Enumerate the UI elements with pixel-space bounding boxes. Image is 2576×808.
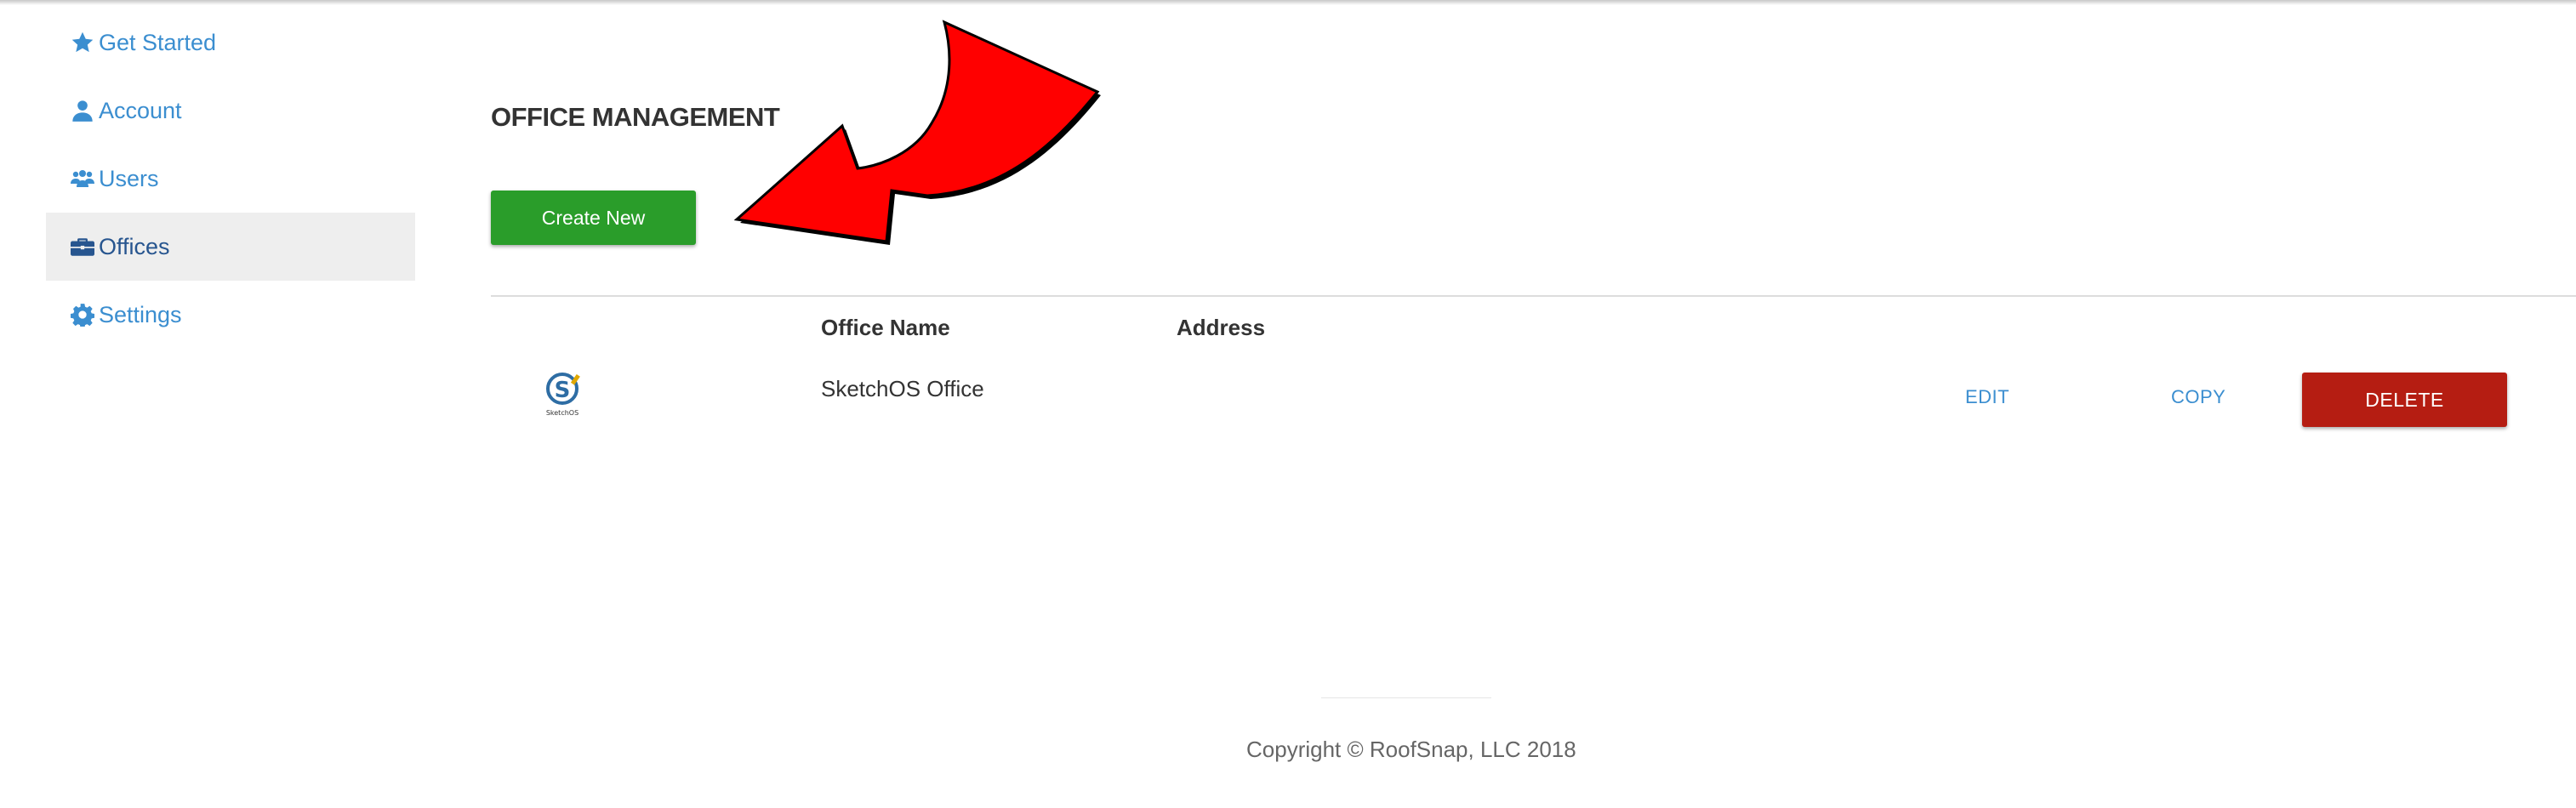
delete-button[interactable]: DELETE bbox=[2302, 373, 2507, 427]
column-header-office-name: Office Name bbox=[821, 315, 950, 340]
svg-text:SketchOS: SketchOS bbox=[546, 409, 578, 417]
footer-divider bbox=[1321, 697, 1491, 698]
star-icon bbox=[70, 30, 95, 55]
svg-text:S: S bbox=[555, 378, 571, 403]
sidebar-item-account[interactable]: Account bbox=[46, 77, 415, 145]
annotation-arrow-icon bbox=[733, 20, 1101, 245]
sidebar-item-label: Settings bbox=[99, 301, 182, 327]
copy-button[interactable]: COPY bbox=[2171, 386, 2226, 408]
create-new-button[interactable]: Create New bbox=[491, 191, 696, 245]
sidebar-item-get-started[interactable]: Get Started bbox=[46, 9, 415, 77]
sidebar: Get Started Account Users Offices Settin… bbox=[46, 9, 415, 349]
column-header-address: Address bbox=[1177, 315, 1266, 340]
footer-copyright: Copyright © RoofSnap, LLC 2018 bbox=[1246, 737, 1576, 762]
sidebar-item-label: Offices bbox=[99, 233, 170, 259]
users-icon bbox=[70, 166, 95, 191]
gear-icon bbox=[70, 302, 95, 327]
office-name-cell: SketchOS Office bbox=[821, 376, 984, 401]
sidebar-item-settings[interactable]: Settings bbox=[46, 281, 415, 349]
top-shadow bbox=[0, 0, 2576, 5]
sidebar-item-offices[interactable]: Offices bbox=[46, 213, 415, 281]
office-logo: S SketchOS bbox=[544, 372, 584, 419]
sidebar-item-label: Users bbox=[99, 165, 159, 191]
user-icon bbox=[70, 98, 95, 123]
sidebar-item-label: Account bbox=[99, 97, 182, 123]
sidebar-item-users[interactable]: Users bbox=[46, 145, 415, 213]
table-divider bbox=[491, 295, 2576, 297]
edit-button[interactable]: EDIT bbox=[1965, 386, 2009, 408]
briefcase-icon bbox=[70, 234, 95, 259]
sidebar-item-label: Get Started bbox=[99, 29, 217, 55]
